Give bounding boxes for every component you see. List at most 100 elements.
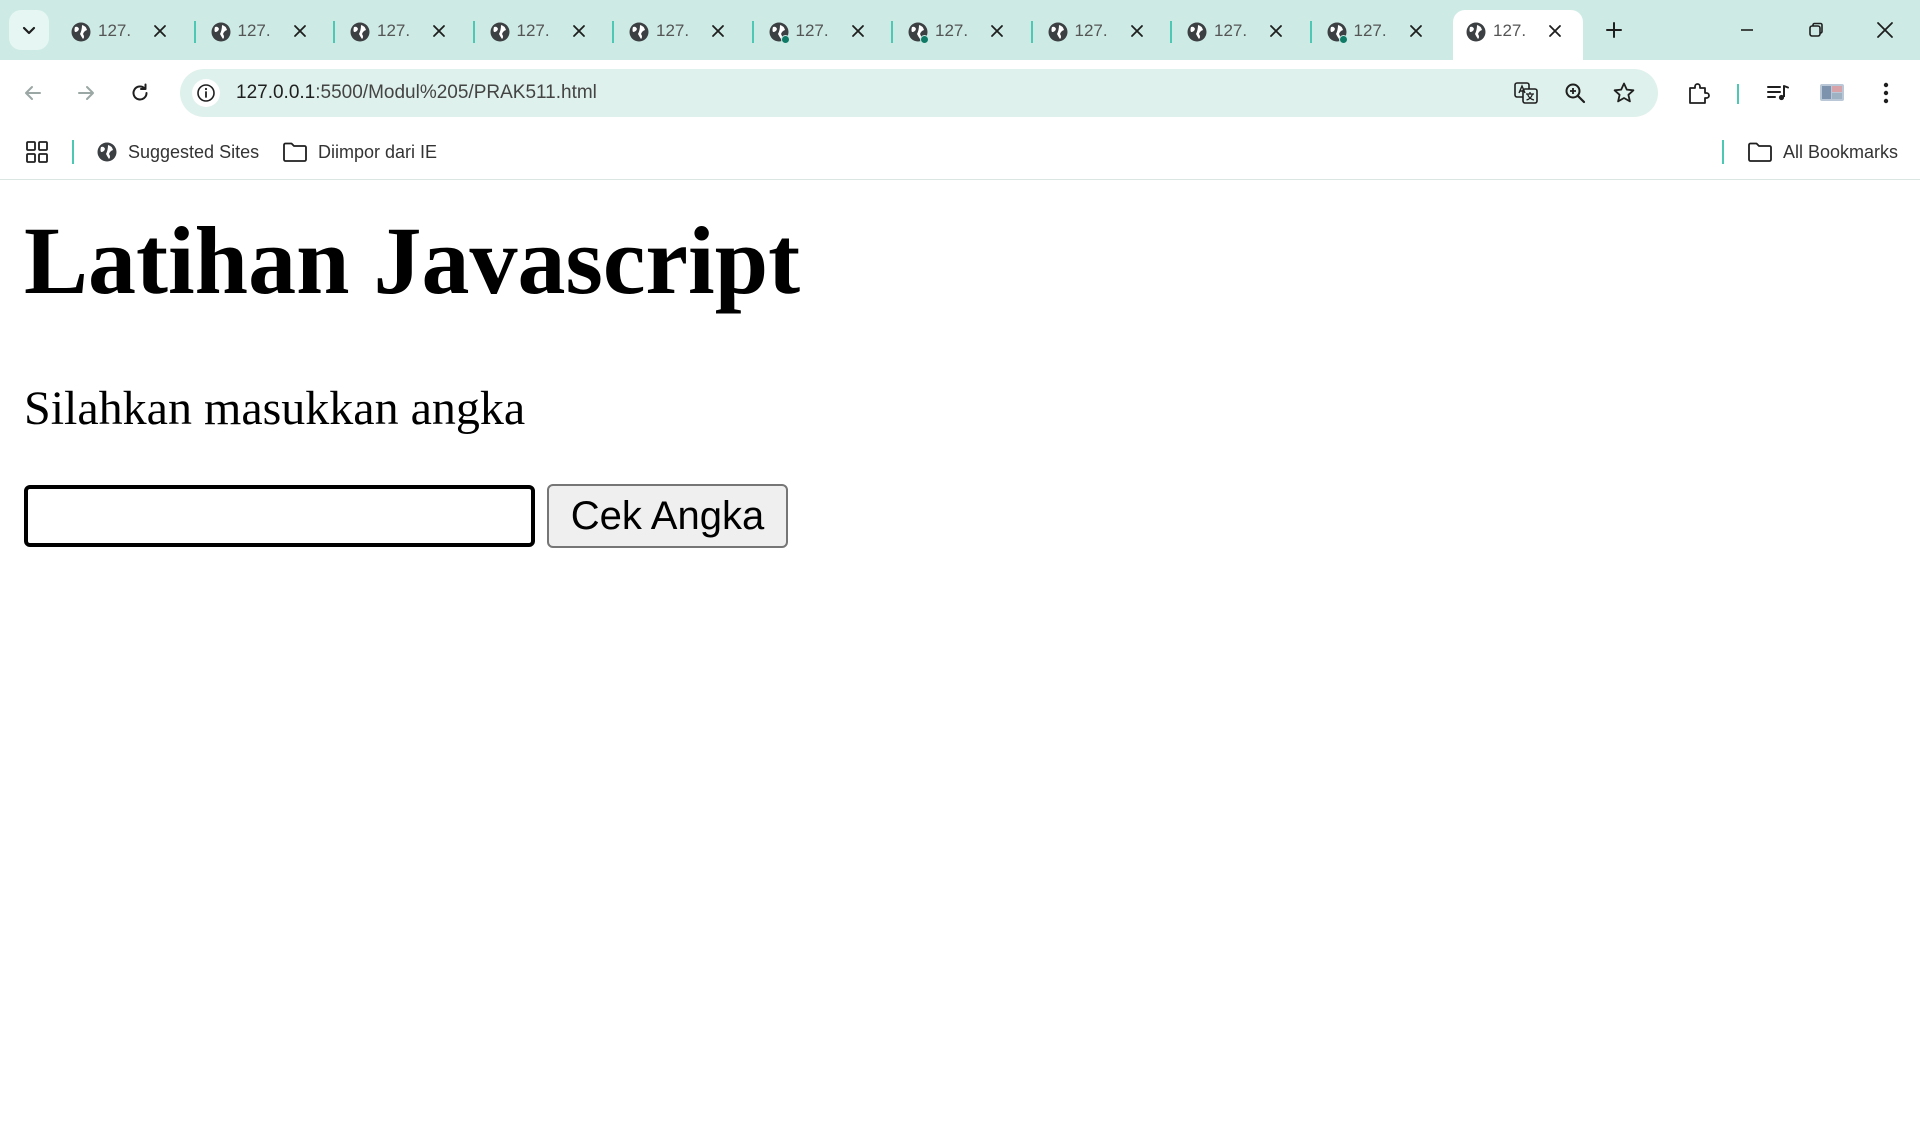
tab-close-button[interactable] <box>846 19 870 43</box>
bookmarks-divider-right <box>1722 140 1724 164</box>
back-button[interactable] <box>15 75 51 111</box>
arrow-right-icon <box>78 86 94 100</box>
number-input[interactable] <box>24 485 535 547</box>
close-icon <box>1270 25 1282 37</box>
globe-icon <box>1047 21 1069 43</box>
tab-close-button[interactable] <box>427 19 451 43</box>
browser-tab[interactable]: 127. <box>1170 10 1298 52</box>
browser-tab[interactable]: 127. <box>193 10 322 52</box>
tab-close-button[interactable] <box>1404 19 1428 43</box>
close-icon <box>1877 22 1893 38</box>
close-window-button[interactable] <box>1860 10 1910 50</box>
profile-avatar-icon <box>1820 84 1844 101</box>
restore-icon <box>1809 22 1823 37</box>
globe-icon <box>1186 21 1208 43</box>
new-tab-button[interactable] <box>1598 14 1630 46</box>
zoom-button[interactable] <box>1561 79 1589 107</box>
close-icon <box>712 25 724 37</box>
browser-tab[interactable]: 127. <box>891 10 1019 52</box>
chevron-down-icon <box>22 26 36 35</box>
extensions-button[interactable] <box>1681 75 1717 111</box>
translate-icon <box>1514 82 1538 104</box>
close-icon <box>572 25 585 37</box>
bookmark-star-button[interactable] <box>1610 79 1638 107</box>
arrow-left-icon <box>25 86 41 100</box>
more-vertical-icon <box>1883 82 1889 104</box>
browser-toolbar: 127.0.0.1:5500/Modul%205/PRAK511.html <box>0 60 1920 126</box>
browser-tab[interactable]: 127. <box>612 10 740 52</box>
tab-close-button[interactable] <box>567 19 591 43</box>
media-controls-button[interactable] <box>1760 75 1796 111</box>
tab-title: 127. <box>98 21 132 40</box>
close-icon <box>851 25 864 37</box>
tab-close-button[interactable] <box>1543 19 1567 43</box>
browser-tab[interactable]: 127. <box>1309 10 1438 52</box>
tab-close-button[interactable] <box>1264 19 1288 43</box>
tab-divider <box>751 21 754 43</box>
globe-icon <box>70 21 92 43</box>
close-icon <box>433 25 445 37</box>
all-bookmarks-button[interactable]: All Bookmarks <box>1747 138 1898 166</box>
reload-button[interactable] <box>122 75 158 111</box>
globe-icon <box>1326 21 1348 44</box>
close-icon <box>1130 25 1143 37</box>
close-icon <box>154 25 166 37</box>
address-bar[interactable]: 127.0.0.1:5500/Modul%205/PRAK511.html <box>180 69 1658 117</box>
bookmark-folder-imported[interactable]: Diimpor dari IE <box>282 138 437 166</box>
minimize-button[interactable] <box>1722 10 1772 50</box>
translate-button[interactable] <box>1512 79 1540 107</box>
globe-icon <box>489 21 511 43</box>
tab-title: 127. <box>1353 21 1387 40</box>
tab-close-button[interactable] <box>985 19 1009 43</box>
playlist-icon <box>1767 85 1789 101</box>
folder-icon <box>1748 142 1772 162</box>
restore-button[interactable] <box>1791 10 1841 50</box>
tab-close-button[interactable] <box>148 19 172 43</box>
bookmarks-divider <box>72 140 74 164</box>
tab-divider <box>612 21 614 43</box>
tab-title: 127. <box>377 21 411 40</box>
browser-tab[interactable]: 127. <box>333 10 461 52</box>
browser-tab[interactable]: 127. <box>751 10 880 52</box>
menu-button[interactable] <box>1868 75 1904 111</box>
minimize-icon <box>1741 29 1753 31</box>
tab-close-button[interactable] <box>288 19 312 43</box>
apps-button[interactable] <box>25 138 59 166</box>
close-icon <box>991 25 1003 37</box>
browser-tab[interactable]: 127. <box>1453 10 1583 60</box>
url-text: 127.0.0.1:5500/Modul%205/PRAK511.html <box>236 82 597 104</box>
bookmark-suggested-sites[interactable]: Suggested Sites <box>96 138 259 166</box>
tab-close-button[interactable] <box>706 19 730 43</box>
browser-tab[interactable]: 127. <box>1030 10 1159 52</box>
forward-button[interactable] <box>68 75 104 111</box>
tab-activity-indicator <box>920 35 929 44</box>
url-path: :5500/Modul%205/PRAK511.html <box>315 82 597 103</box>
bookmark-suggested-sites-label: Suggested Sites <box>128 141 260 162</box>
tab-divider <box>193 21 196 43</box>
tab-close-button[interactable] <box>1125 19 1149 43</box>
tab-search-button[interactable] <box>9 10 49 50</box>
globe-icon <box>907 21 929 44</box>
tab-title: 127. <box>656 21 690 40</box>
tab-divider <box>472 21 475 43</box>
globe-icon <box>628 21 650 43</box>
tab-title: 127. <box>795 21 829 40</box>
toolbar-divider <box>1737 84 1739 104</box>
check-number-button[interactable]: Cek Angka <box>547 484 788 548</box>
profile-button[interactable] <box>1814 75 1850 111</box>
tab-divider <box>333 21 335 43</box>
close-icon <box>1409 25 1422 37</box>
tab-activity-indicator <box>1338 35 1348 44</box>
globe-icon <box>97 142 117 162</box>
browser-tab[interactable]: 127. <box>472 10 601 52</box>
tab-title: 127. <box>237 21 271 40</box>
browser-tab[interactable]: 127. <box>58 10 182 52</box>
globe-icon <box>349 21 371 43</box>
all-bookmarks-label: All Bookmarks <box>1783 141 1899 162</box>
tab-divider <box>1030 21 1033 43</box>
globe-icon <box>1465 21 1487 43</box>
close-icon <box>1549 25 1561 37</box>
tab-title: 127. <box>516 21 550 40</box>
site-info-button[interactable] <box>192 79 220 107</box>
globe-icon <box>768 21 790 44</box>
